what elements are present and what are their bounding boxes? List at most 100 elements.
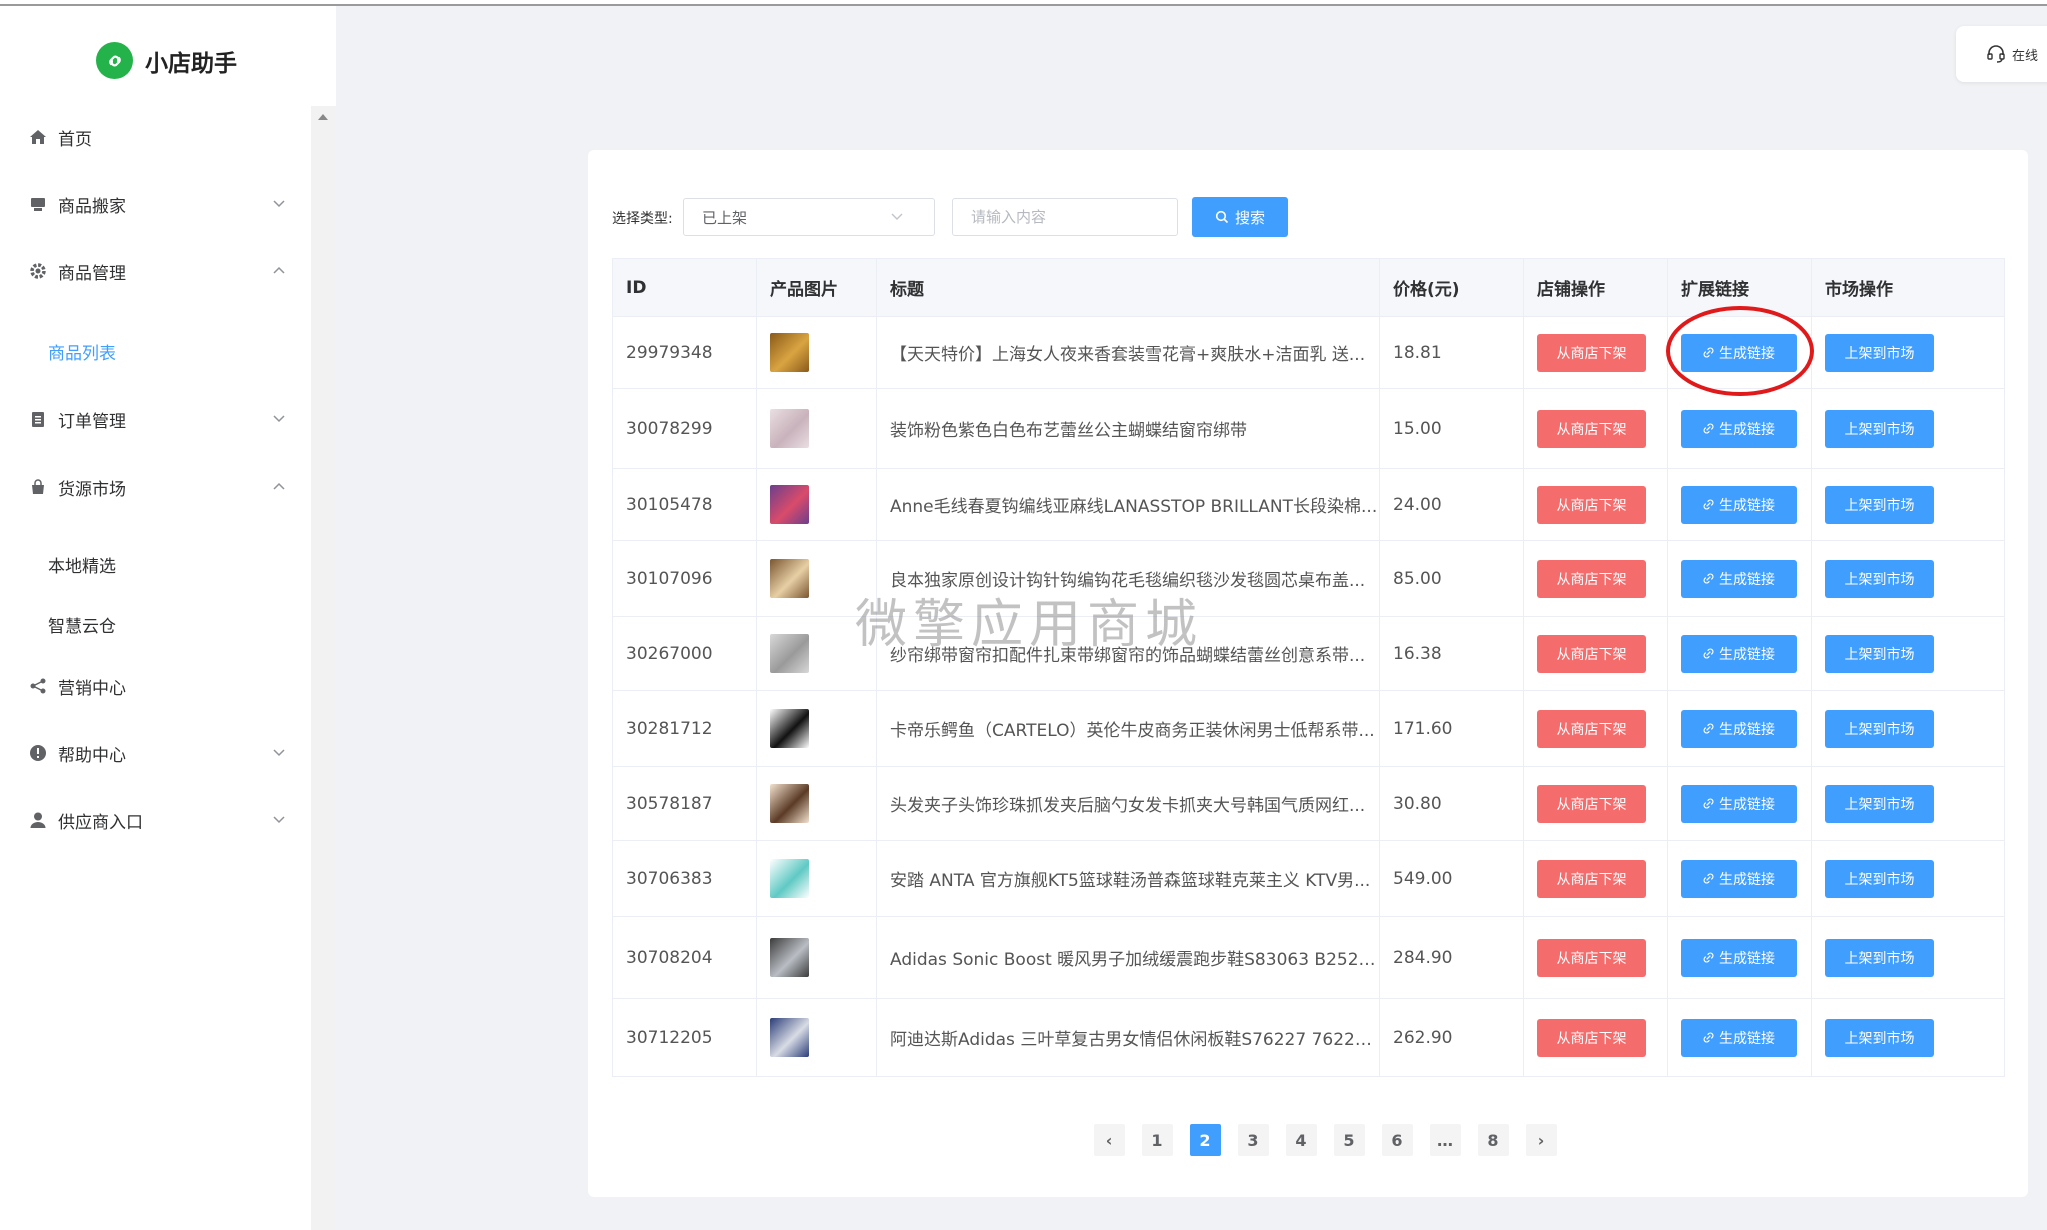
cell-title: Adidas Sonic Boost 暖风男子加绒缓震跑步鞋S83063 B25… (876, 916, 1380, 999)
cosmetics-thumb[interactable] (770, 333, 809, 372)
col-header-id[interactable]: ID (612, 258, 757, 317)
generate-link-button[interactable]: 生成链接 (1681, 634, 1797, 673)
link-icon (1703, 648, 1714, 659)
remove-from-shop-button[interactable]: 从商店下架 (1537, 485, 1646, 524)
list-to-market-button[interactable]: 上架到市场 (1825, 634, 1934, 673)
generate-link-button[interactable]: 生成链接 (1681, 485, 1797, 524)
search-icon (1215, 210, 1229, 224)
col-header-shop-action[interactable]: 店铺操作 (1523, 258, 1668, 317)
generate-link-label: 生成链接 (1719, 950, 1775, 967)
generate-link-button[interactable]: 生成链接 (1681, 409, 1797, 448)
generate-link-button[interactable]: 生成链接 (1681, 333, 1797, 372)
sidebar-item-market[interactable]: 货源市场 (0, 467, 300, 507)
generate-link-button[interactable]: 生成链接 (1681, 559, 1797, 598)
generate-link-button[interactable]: 生成链接 (1681, 784, 1797, 823)
remove-from-shop-button[interactable]: 从商店下架 (1537, 634, 1646, 673)
link-icon (1703, 1032, 1714, 1043)
page-button[interactable]: 3 (1237, 1124, 1269, 1156)
sidebar-item-help[interactable]: 帮助中心 (0, 733, 300, 773)
user-icon (28, 810, 48, 830)
curtain-thumb[interactable] (770, 634, 809, 673)
page-ellipsis[interactable]: … (1429, 1124, 1461, 1156)
generate-link-label: 生成链接 (1719, 571, 1775, 588)
sneaker-thumb[interactable] (770, 859, 809, 898)
sidebar-item-orders[interactable]: 订单管理 (0, 399, 300, 439)
cell-shop-action: 从商店下架 (1523, 840, 1668, 917)
bag-icon (28, 477, 48, 497)
sidebar-item-goods-manage[interactable]: 商品管理 (0, 251, 300, 291)
hairclip-thumb[interactable] (770, 784, 809, 823)
table-row: 29979348 【天天特价】上海女人夜来香套装雪花膏+爽肤水+洁面乳 送... 1… (612, 316, 2005, 389)
remove-from-shop-button[interactable]: 从商店下架 (1537, 859, 1646, 898)
sidebar-subitem-goods-list[interactable]: 商品列表 (48, 339, 116, 364)
search-input[interactable] (952, 198, 1178, 236)
sidebar-item-label: 供应商入口 (58, 812, 143, 833)
cell-market-action: 上架到市场 (1811, 766, 2005, 841)
generate-link-button[interactable]: 生成链接 (1681, 1018, 1797, 1057)
list-to-market-button[interactable]: 上架到市场 (1825, 409, 1934, 448)
list-to-market-button[interactable]: 上架到市场 (1825, 333, 1934, 372)
cell-title: 良本独家原创设计钩针钩编钩花毛毯编织毯沙发毯圆芯桌布盖... (876, 540, 1380, 617)
list-to-market-button[interactable]: 上架到市场 (1825, 1018, 1934, 1057)
remove-from-shop-button[interactable]: 从商店下架 (1537, 784, 1646, 823)
scroll-up-icon[interactable] (318, 114, 328, 120)
remove-from-shop-button[interactable]: 从商店下架 (1537, 333, 1646, 372)
page-button[interactable]: 6 (1381, 1124, 1413, 1156)
list-to-market-button[interactable]: 上架到市场 (1825, 485, 1934, 524)
cell-ext-link: 生成链接 (1667, 616, 1812, 691)
page-button[interactable]: 8 (1477, 1124, 1509, 1156)
adidas-thumb[interactable] (770, 1018, 809, 1057)
type-filter-label: 选择类型: (612, 211, 673, 227)
col-header-title[interactable]: 标题 (876, 258, 1380, 317)
cell-title: 装饰粉色紫色白色布艺蕾丝公主蝴蝶结窗帘绑带 (876, 388, 1380, 469)
remove-from-shop-button[interactable]: 从商店下架 (1537, 409, 1646, 448)
sidebar-item-marketing[interactable]: 营销中心 (0, 666, 300, 706)
page-button[interactable]: 5 (1333, 1124, 1365, 1156)
sidebar-item-home[interactable]: 首页 (0, 117, 300, 157)
generate-link-button[interactable]: 生成链接 (1681, 938, 1797, 977)
search-button[interactable]: 搜索 (1192, 197, 1288, 237)
sidebar-item-supplier[interactable]: 供应商入口 (0, 800, 300, 840)
generate-link-button[interactable]: 生成链接 (1681, 859, 1797, 898)
list-to-market-button[interactable]: 上架到市场 (1825, 559, 1934, 598)
sidebar-subitem-cloud[interactable]: 智慧云仓 (48, 612, 116, 637)
pagination: ‹ 1 2 3 4 5 6 … 8 › (588, 1124, 2028, 1156)
link-icon (1703, 573, 1714, 584)
online-help-button[interactable]: 在线 (1956, 26, 2047, 82)
link-icon (1703, 798, 1714, 809)
type-select[interactable]: 已上架 (683, 198, 935, 236)
list-to-market-button[interactable]: 上架到市场 (1825, 859, 1934, 898)
sidebar-item-goods-move[interactable]: 商品搬家 (0, 184, 300, 224)
generate-link-button[interactable]: 生成链接 (1681, 709, 1797, 748)
prev-page-button[interactable]: ‹ (1093, 1124, 1125, 1156)
shoe-thumb[interactable] (770, 709, 809, 748)
cell-shop-action: 从商店下架 (1523, 468, 1668, 541)
sidebar-scrollbar[interactable] (311, 106, 336, 1230)
runner-thumb[interactable] (770, 938, 809, 977)
remove-from-shop-button[interactable]: 从商店下架 (1537, 938, 1646, 977)
col-header-price[interactable]: 价格(元) (1379, 258, 1524, 317)
remove-from-shop-button[interactable]: 从商店下架 (1537, 1018, 1646, 1057)
cell-image (756, 766, 877, 841)
next-page-button[interactable]: › (1525, 1124, 1557, 1156)
app-logo[interactable]: 小店助手 (96, 42, 237, 79)
col-header-image[interactable]: 产品图片 (756, 258, 877, 317)
list-to-market-button[interactable]: 上架到市场 (1825, 709, 1934, 748)
blanket-thumb[interactable] (770, 559, 809, 598)
remove-from-shop-button[interactable]: 从商店下架 (1537, 559, 1646, 598)
col-header-ext-link[interactable]: 扩展链接 (1667, 258, 1812, 317)
generate-link-label: 生成链接 (1719, 497, 1775, 514)
page-button[interactable]: 4 (1285, 1124, 1317, 1156)
goods-table: ID 产品图片 标题 价格(元) 店铺操作 扩展链接 市场操作 29979348… (612, 258, 2005, 1077)
sidebar-subitem-local[interactable]: 本地精选 (48, 552, 116, 577)
list-to-market-button[interactable]: 上架到市场 (1825, 938, 1934, 977)
page-button[interactable]: 1 (1141, 1124, 1173, 1156)
list-to-market-button[interactable]: 上架到市场 (1825, 784, 1934, 823)
col-header-market-action[interactable]: 市场操作 (1811, 258, 2005, 317)
page-button-current[interactable]: 2 (1189, 1124, 1221, 1156)
ribbon-thumb[interactable] (770, 409, 809, 448)
link-icon (1703, 347, 1714, 358)
remove-from-shop-button[interactable]: 从商店下架 (1537, 709, 1646, 748)
yarn-thumb[interactable] (770, 485, 809, 524)
table-row: 30078299 装饰粉色紫色白色布艺蕾丝公主蝴蝶结窗帘绑带 15.00 从商店下架 生… (612, 388, 2005, 469)
